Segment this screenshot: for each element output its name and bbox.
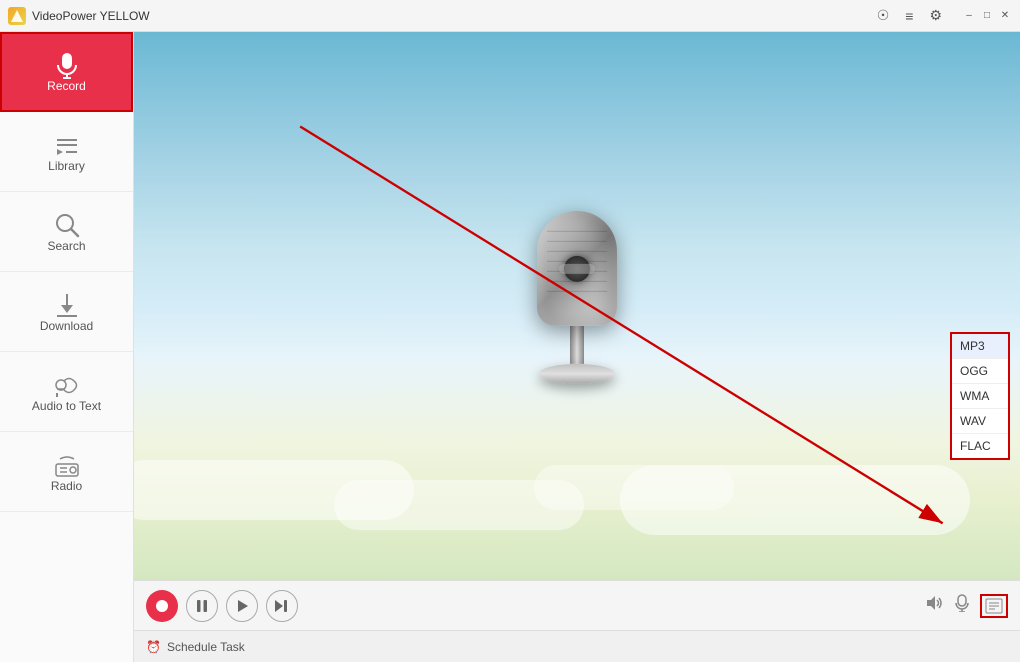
sidebar-audio-to-text-label: Audio to Text bbox=[32, 399, 101, 413]
sidebar-search-label: Search bbox=[47, 239, 85, 253]
app-logo bbox=[8, 7, 26, 25]
format-item-ogg[interactable]: OGG bbox=[952, 359, 1008, 384]
audio-to-text-icon bbox=[53, 371, 81, 399]
media-area: MP3 OGG WMA WAV FLAC bbox=[134, 32, 1020, 580]
cloud-4 bbox=[534, 465, 734, 510]
mic-small-icon[interactable] bbox=[954, 594, 970, 617]
pause-icon bbox=[195, 599, 209, 613]
sidebar-item-download[interactable]: Download bbox=[0, 272, 133, 352]
format-icon bbox=[985, 598, 1003, 614]
sidebar-item-record[interactable]: Record bbox=[0, 32, 133, 112]
pause-button[interactable] bbox=[186, 590, 218, 622]
mic-base bbox=[539, 364, 615, 384]
maximize-button[interactable]: □ bbox=[980, 9, 994, 23]
app-container: Record Library Search bbox=[0, 32, 1020, 662]
radio-icon bbox=[53, 451, 81, 479]
format-item-mp3[interactable]: MP3 bbox=[952, 334, 1008, 359]
volume-icon[interactable] bbox=[926, 595, 944, 616]
bottom-right-icons bbox=[926, 594, 1008, 618]
next-icon bbox=[274, 599, 290, 613]
user-icon[interactable]: ☉ bbox=[873, 5, 894, 26]
settings-icon[interactable]: ⚙ bbox=[925, 5, 946, 26]
sidebar-item-radio[interactable]: Radio bbox=[0, 432, 133, 512]
title-bar-controls: ☉ ≡ ⚙ – □ ✕ bbox=[873, 5, 1012, 26]
format-select-button[interactable] bbox=[980, 594, 1008, 618]
play-button[interactable] bbox=[226, 590, 258, 622]
microphone-icon bbox=[53, 51, 81, 79]
format-item-wma[interactable]: WMA bbox=[952, 384, 1008, 409]
format-item-flac[interactable]: FLAC bbox=[952, 434, 1008, 458]
mic-body bbox=[537, 211, 617, 326]
search-icon bbox=[53, 211, 81, 239]
record-button[interactable] bbox=[146, 590, 178, 622]
sidebar-radio-label: Radio bbox=[51, 479, 82, 493]
bottom-controls bbox=[134, 580, 1020, 630]
sidebar-download-label: Download bbox=[40, 319, 93, 333]
clouds-area bbox=[134, 420, 1020, 540]
schedule-label[interactable]: Schedule Task bbox=[167, 640, 245, 654]
sidebar-item-library[interactable]: Library bbox=[0, 112, 133, 192]
format-dropdown: MP3 OGG WMA WAV FLAC bbox=[950, 332, 1010, 460]
microphone-visual bbox=[537, 211, 617, 384]
title-bar: VideoPower YELLOW ☉ ≡ ⚙ – □ ✕ bbox=[0, 0, 1020, 32]
minimize-button[interactable]: – bbox=[962, 9, 976, 23]
close-button[interactable]: ✕ bbox=[998, 9, 1012, 23]
sidebar-library-label: Library bbox=[48, 159, 85, 173]
list-icon[interactable]: ≡ bbox=[901, 6, 917, 26]
library-icon bbox=[53, 131, 81, 159]
play-icon bbox=[235, 599, 249, 613]
schedule-clock-icon: ⏰ bbox=[146, 640, 161, 654]
sidebar-item-search[interactable]: Search bbox=[0, 192, 133, 272]
schedule-bar: ⏰ Schedule Task bbox=[134, 630, 1020, 662]
download-icon bbox=[53, 291, 81, 319]
sidebar-record-label: Record bbox=[47, 79, 86, 93]
sidebar: Record Library Search bbox=[0, 32, 134, 662]
app-title: VideoPower YELLOW bbox=[32, 9, 873, 23]
mic-grille bbox=[537, 211, 617, 326]
record-dot bbox=[156, 600, 168, 612]
format-item-wav[interactable]: WAV bbox=[952, 409, 1008, 434]
sidebar-item-audio-to-text[interactable]: Audio to Text bbox=[0, 352, 133, 432]
next-button[interactable] bbox=[266, 590, 298, 622]
mic-neck bbox=[570, 326, 584, 364]
main-content: MP3 OGG WMA WAV FLAC bbox=[134, 32, 1020, 662]
window-controls: – □ ✕ bbox=[962, 9, 1012, 23]
